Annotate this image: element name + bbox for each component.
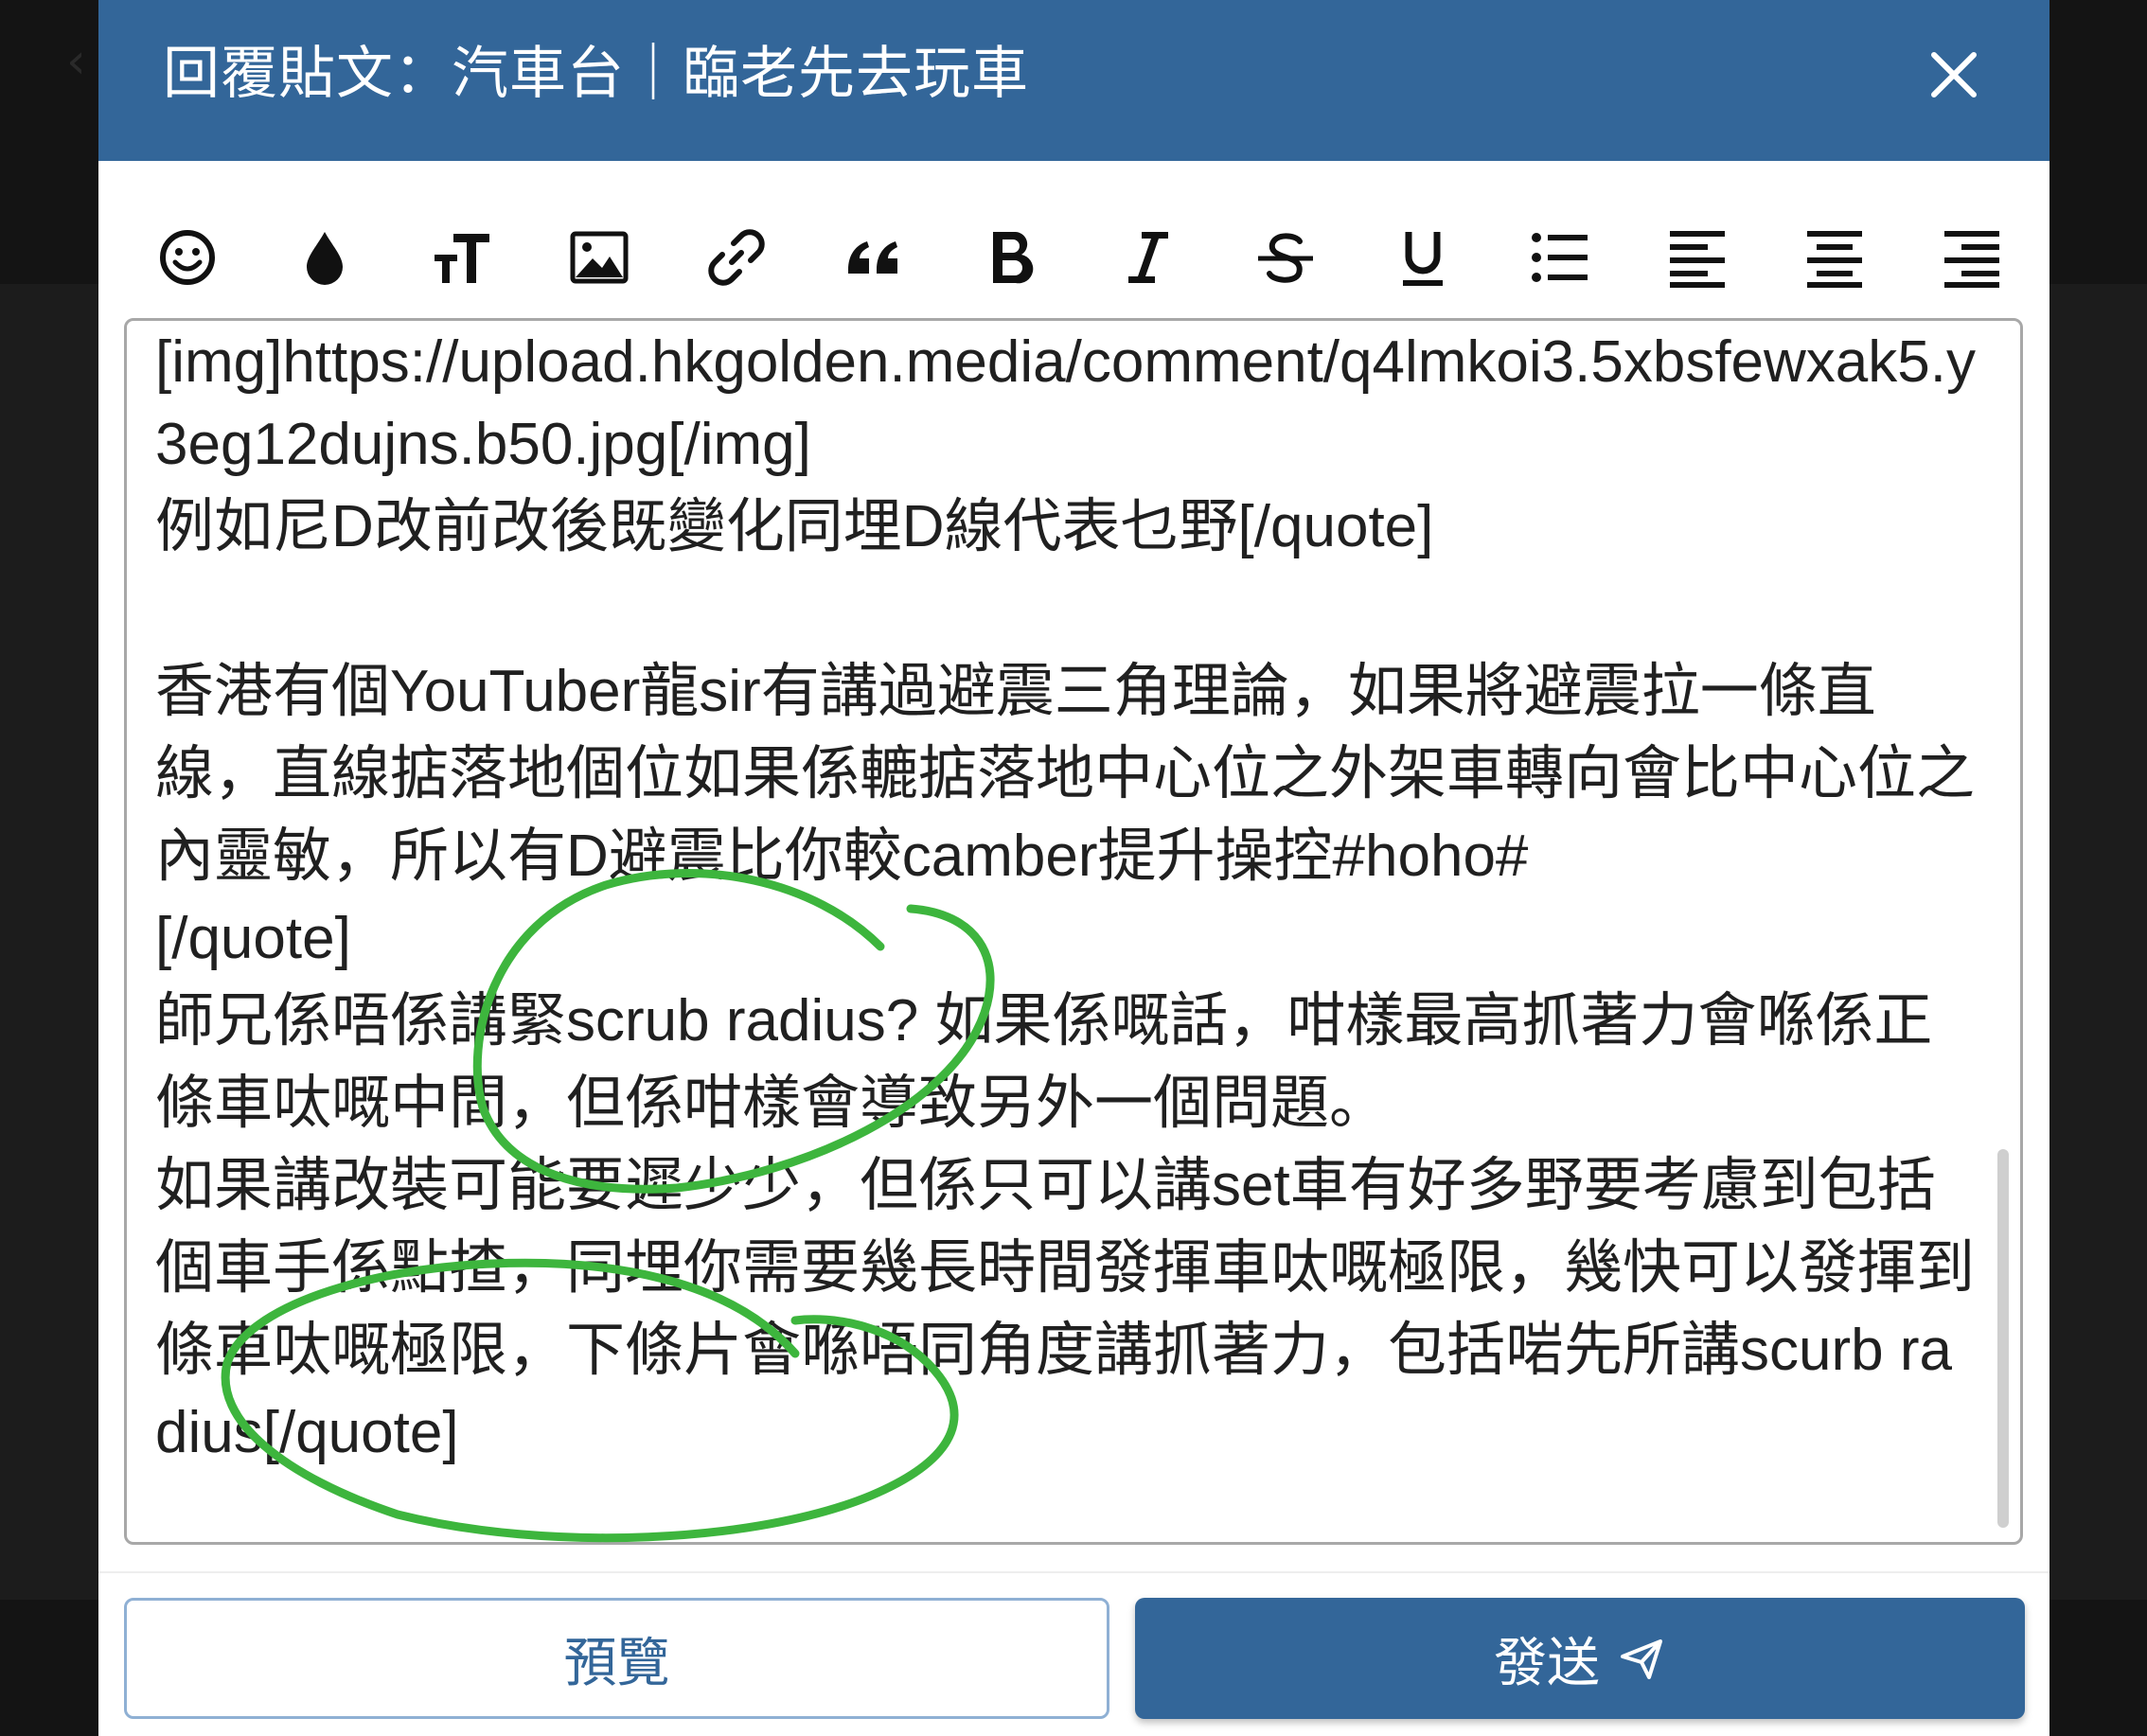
text-size-button[interactable] [419,220,505,295]
italic-button[interactable] [1106,220,1191,295]
preview-button[interactable]: 預覽 [124,1598,1109,1719]
modal-title: 回覆貼文：汽車台｜臨老先去玩車 [163,41,1029,107]
align-left-icon [1670,231,1725,288]
bullet-list-button[interactable] [1517,220,1603,295]
image-icon [570,231,629,284]
color-drop-icon [307,232,343,285]
bold-button[interactable] [968,220,1054,295]
align-center-button[interactable] [1792,220,1877,295]
bullet-list-icon [1532,233,1588,282]
modal-header: 回覆貼文：汽車台｜臨老先去玩車 [98,0,2049,161]
align-right-icon [1944,231,1999,288]
link-button[interactable] [694,220,779,295]
strikethrough-button[interactable] [1243,220,1328,295]
link-icon [708,229,765,286]
editor-scrollbar[interactable] [1997,1149,2009,1528]
text-size-icon [435,234,489,283]
align-right-button[interactable] [1929,220,2014,295]
send-button[interactable]: 發送 [1135,1598,2025,1719]
italic-icon [1128,232,1168,283]
bold-icon [993,231,1034,284]
preview-button-label: 預覽 [563,1632,670,1694]
strikethrough-icon [1258,233,1313,283]
color-button[interactable] [282,220,367,295]
send-icon [1621,1639,1662,1679]
quote-icon [848,241,897,274]
underline-icon [1403,232,1443,286]
reply-textarea-content: [img]https://upload.hkgolden.media/comme… [155,329,1976,1465]
footer-divider [98,1571,2049,1573]
reply-modal: 回覆貼文：汽車台｜臨老先去玩車 [img]https://upload.hkgo… [98,0,2049,1736]
close-button[interactable] [1921,42,1987,108]
image-button[interactable] [557,220,642,295]
emoji-icon [160,230,215,285]
emoji-button[interactable] [145,220,230,295]
close-icon [1931,52,1977,97]
align-left-button[interactable] [1655,220,1740,295]
reply-textarea[interactable]: [img]https://upload.hkgolden.media/comme… [124,318,2023,1545]
send-button-label: 發送 [1494,1632,1600,1694]
format-toolbar [98,186,2049,318]
align-center-icon [1807,231,1862,288]
quote-button[interactable] [831,220,916,295]
underline-button[interactable] [1380,220,1465,295]
